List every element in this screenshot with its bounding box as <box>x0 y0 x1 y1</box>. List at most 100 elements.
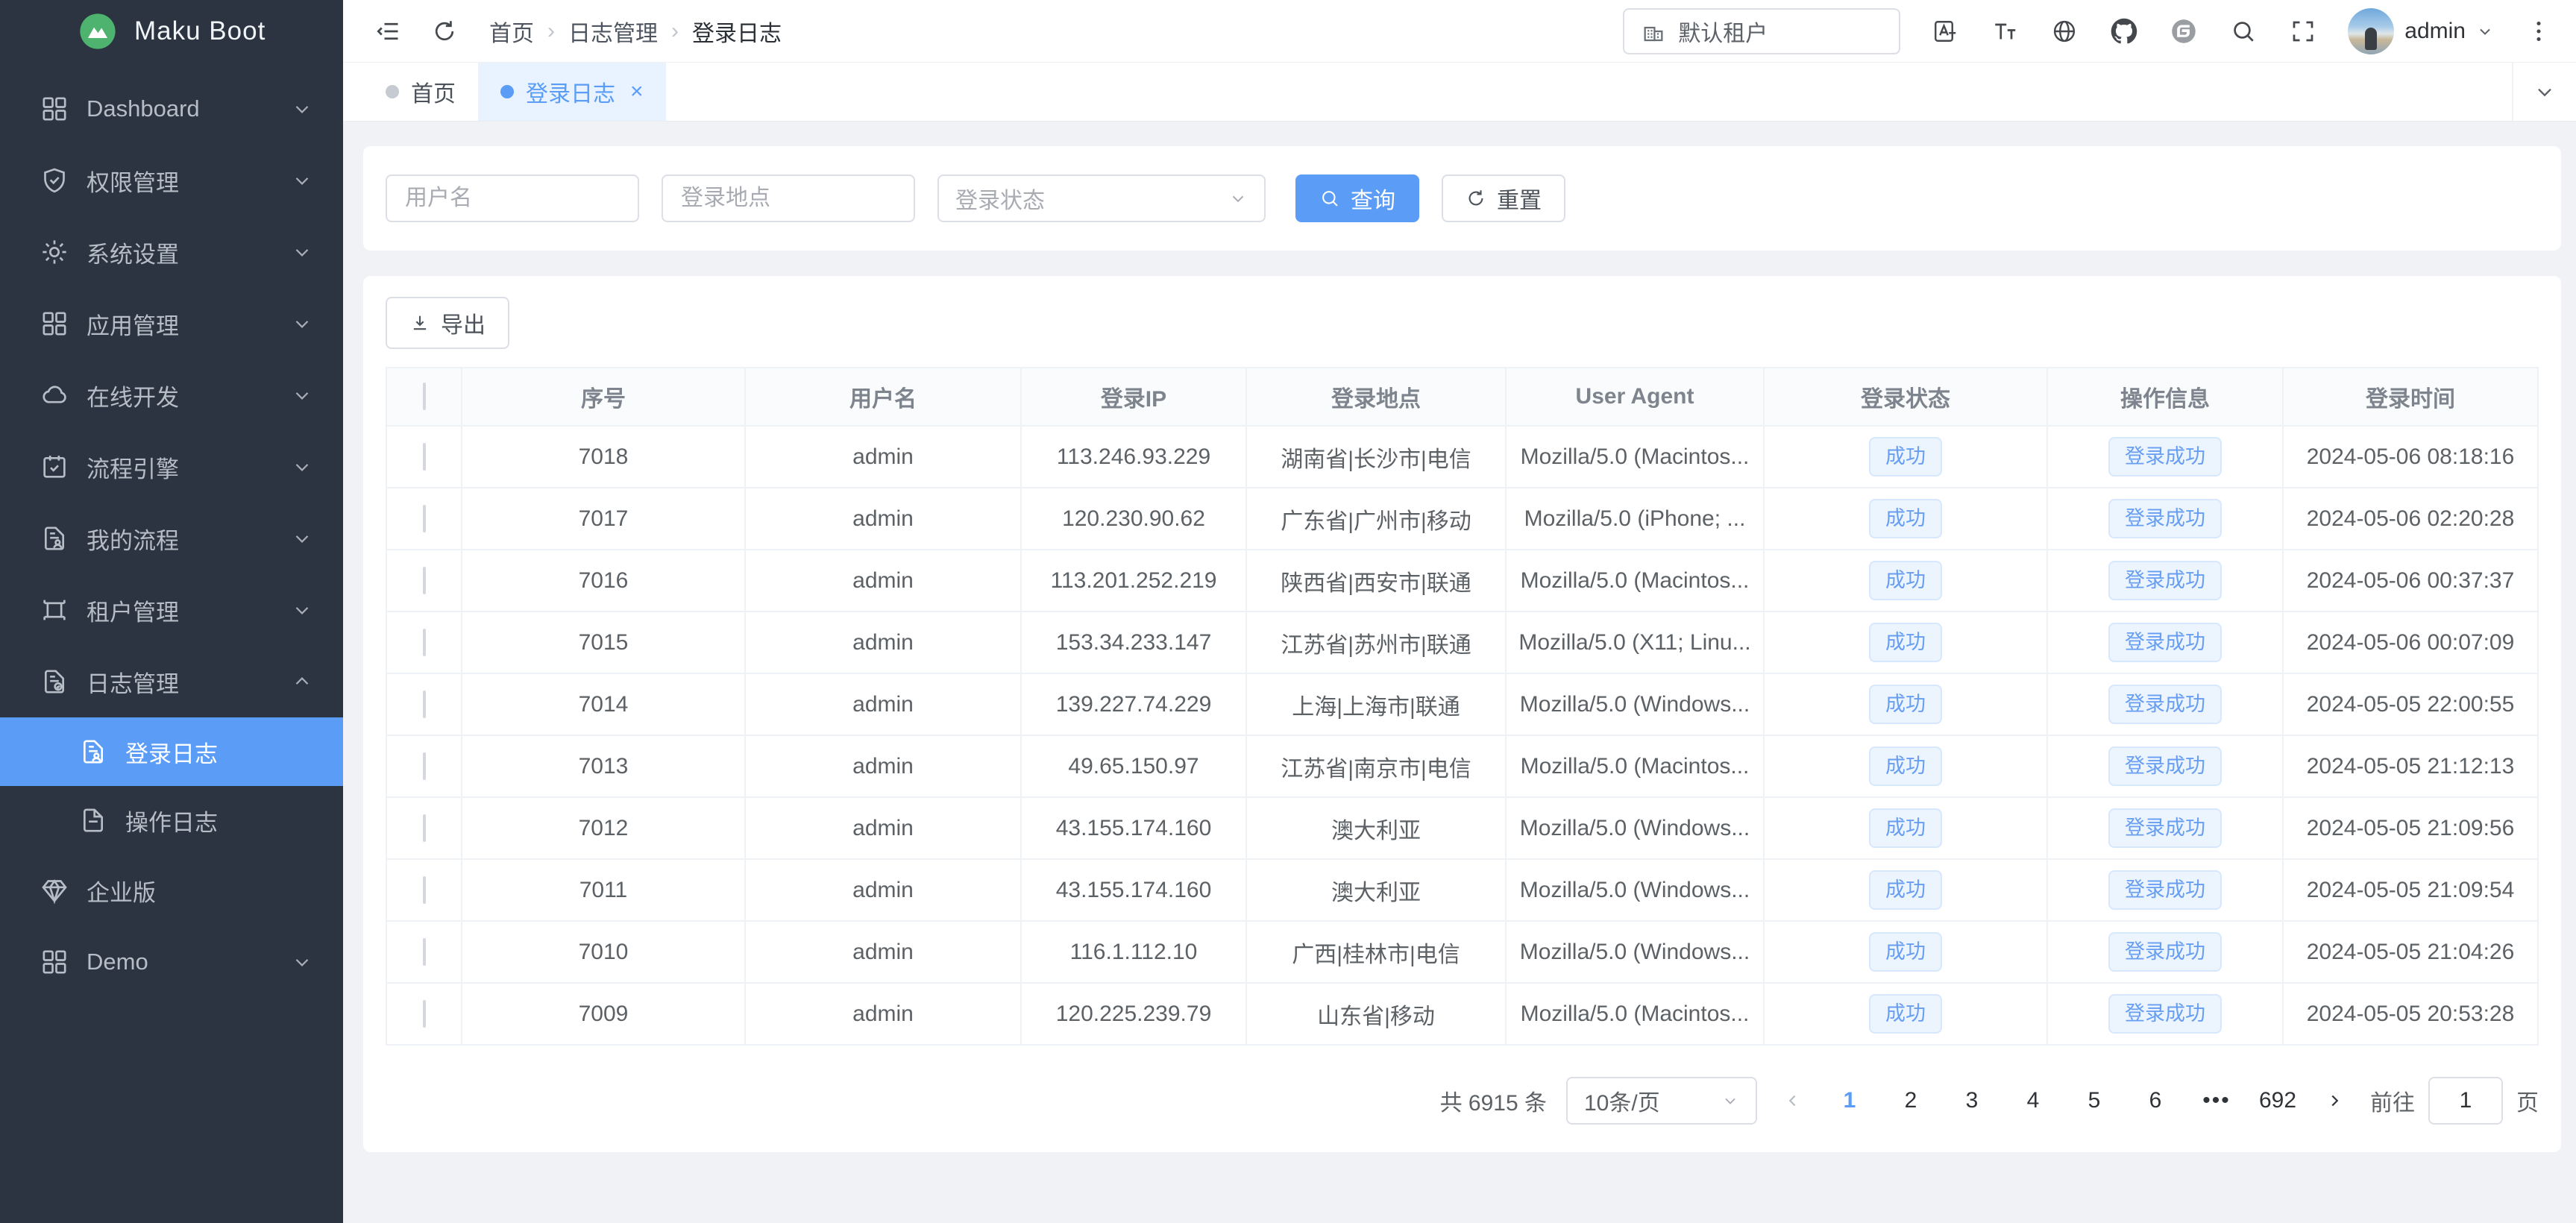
gitee-icon[interactable] <box>2169 16 2199 46</box>
table-row[interactable]: 7010 admin 116.1.112.10 广西|桂林市|电信 Mozill… <box>386 922 2539 984</box>
search-icon <box>1319 188 1340 209</box>
sidebar-collapse-icon[interactable] <box>373 16 403 46</box>
sidebar-item-enterprise[interactable]: 企业版 <box>0 855 343 926</box>
table-row[interactable]: 7012 admin 43.155.174.160 澳大利亚 Mozilla/5… <box>386 798 2539 860</box>
chevron-down-icon <box>291 98 313 120</box>
sidebar-item-online-dev[interactable]: 在线开发 <box>0 359 343 431</box>
page-number[interactable]: 4 <box>2012 1088 2054 1113</box>
translate-icon[interactable] <box>1930 16 1960 46</box>
next-page-button[interactable] <box>2318 1091 2351 1110</box>
row-checkbox[interactable] <box>423 876 426 904</box>
row-checkbox[interactable] <box>423 814 426 842</box>
chevron-down-icon <box>291 384 313 406</box>
page-number[interactable]: 6 <box>2134 1088 2176 1113</box>
cell-ip: 49.65.150.97 <box>1022 736 1247 798</box>
sidebar-item-workflow[interactable]: 流程引擎 <box>0 431 343 503</box>
cell-id: 7015 <box>462 612 746 674</box>
export-button[interactable]: 导出 <box>386 297 509 349</box>
select-all-checkbox[interactable] <box>423 383 426 410</box>
more-vertical-icon[interactable] <box>2524 16 2554 46</box>
tenant-select[interactable]: 默认租户 <box>1623 8 1900 54</box>
page-number[interactable]: 5 <box>2073 1088 2115 1113</box>
sidebar-item-app-management[interactable]: 应用管理 <box>0 288 343 359</box>
document-user-icon <box>78 736 109 767</box>
table-row[interactable]: 7017 admin 120.230.90.62 广东省|广州市|移动 Mozi… <box>386 488 2539 550</box>
row-checkbox[interactable] <box>423 629 426 656</box>
font-size-icon[interactable] <box>1990 16 2020 46</box>
goto-page-input[interactable] <box>2428 1077 2503 1125</box>
cell-id: 7013 <box>462 736 746 798</box>
operation-badge: 登录成功 <box>2108 932 2222 971</box>
column-header-username: 用户名 <box>746 367 1022 427</box>
pagination-ellipsis[interactable]: ••• <box>2196 1088 2237 1113</box>
cell-ip: 120.230.90.62 <box>1022 488 1247 550</box>
sidebar-item-demo[interactable]: Demo <box>0 926 343 998</box>
status-badge: 成功 <box>1869 808 1942 847</box>
sidebar-item-log-management[interactable]: 日志管理 <box>0 646 343 717</box>
table-row[interactable]: 7014 admin 139.227.74.229 上海|上海市|联通 Mozi… <box>386 674 2539 736</box>
row-checkbox[interactable] <box>423 567 426 594</box>
app-title: Maku Boot <box>134 16 266 46</box>
column-header-time: 登录时间 <box>2284 367 2539 427</box>
reset-button[interactable]: 重置 <box>1442 175 1565 222</box>
sidebar-item-operation-log[interactable]: 操作日志 <box>0 786 343 855</box>
page-number[interactable]: 2 <box>1890 1088 1932 1113</box>
breadcrumb-log-management[interactable]: 日志管理 <box>568 15 658 48</box>
prev-page-button[interactable] <box>1777 1091 1809 1110</box>
cell-location: 湖南省|长沙市|电信 <box>1247 427 1507 488</box>
github-icon[interactable] <box>2109 16 2139 46</box>
cell-ip: 153.34.233.147 <box>1022 612 1247 674</box>
breadcrumb-home[interactable]: 首页 <box>489 15 534 48</box>
chevron-down-icon <box>291 527 313 550</box>
tab-dropdown-button[interactable] <box>2512 63 2576 121</box>
tab-login-log[interactable]: 登录日志 × <box>478 63 666 121</box>
table-row[interactable]: 7015 admin 153.34.233.147 江苏省|苏州市|联通 Moz… <box>386 612 2539 674</box>
globe-icon[interactable] <box>2049 16 2079 46</box>
page-size-select[interactable]: 10条/页 <box>1566 1077 1757 1125</box>
column-header-location: 登录地点 <box>1247 367 1507 427</box>
row-checkbox[interactable] <box>423 752 426 780</box>
search-button[interactable]: 查询 <box>1295 175 1419 222</box>
chevron-right-icon: › <box>671 19 679 44</box>
page-number[interactable]: 1 <box>1829 1088 1870 1113</box>
column-header-user-agent: User Agent <box>1507 367 1765 427</box>
table-row[interactable]: 7013 admin 49.65.150.97 江苏省|南京市|电信 Mozil… <box>386 736 2539 798</box>
operation-badge: 登录成功 <box>2108 561 2222 600</box>
table-row[interactable]: 7016 admin 113.201.252.219 陕西省|西安市|联通 Mo… <box>386 550 2539 612</box>
table-row[interactable]: 7018 admin 113.246.93.229 湖南省|长沙市|电信 Moz… <box>386 427 2539 488</box>
row-checkbox[interactable] <box>423 691 426 718</box>
refresh-icon[interactable] <box>430 16 459 46</box>
sidebar-item-tenant[interactable]: 租户管理 <box>0 574 343 646</box>
operation-badge: 登录成功 <box>2108 623 2222 661</box>
chevron-down-icon <box>2533 80 2557 104</box>
username-input[interactable] <box>386 175 639 222</box>
row-checkbox[interactable] <box>423 938 426 966</box>
sidebar-item-login-log[interactable]: 登录日志 <box>0 717 343 786</box>
status-badge: 成功 <box>1869 685 1942 723</box>
fullscreen-icon[interactable] <box>2288 16 2318 46</box>
login-location-input[interactable] <box>662 175 915 222</box>
chevron-left-icon <box>1783 1091 1803 1110</box>
table-row[interactable]: 7009 admin 120.225.239.79 山东省|移动 Mozilla… <box>386 984 2539 1046</box>
login-status-select[interactable]: 登录状态 <box>937 175 1266 222</box>
status-badge: 成功 <box>1869 932 1942 971</box>
page-number-last[interactable]: 692 <box>2257 1088 2299 1113</box>
username: admin <box>2404 19 2466 44</box>
sidebar-item-permission[interactable]: 权限管理 <box>0 145 343 216</box>
page-number[interactable]: 3 <box>1951 1088 1993 1113</box>
tab-home[interactable]: 首页 <box>363 63 478 121</box>
sidebar-item-dashboard[interactable]: Dashboard <box>0 73 343 145</box>
table-row[interactable]: 7011 admin 43.155.174.160 澳大利亚 Mozilla/5… <box>386 860 2539 922</box>
sidebar-item-my-process[interactable]: 我的流程 <box>0 503 343 574</box>
pagination-total: 共 6915 条 <box>1440 1084 1547 1117</box>
row-checkbox[interactable] <box>423 1000 426 1028</box>
cell-user-agent: Mozilla/5.0 (Macintos... <box>1507 736 1765 798</box>
sidebar-item-system-settings[interactable]: 系统设置 <box>0 216 343 288</box>
row-checkbox[interactable] <box>423 505 426 532</box>
close-icon[interactable]: × <box>630 81 644 103</box>
app-logo[interactable]: Maku Boot <box>0 0 343 63</box>
row-checkbox[interactable] <box>423 443 426 471</box>
user-menu[interactable]: admin <box>2348 8 2494 54</box>
search-icon[interactable] <box>2228 16 2258 46</box>
sidebar: Maku Boot Dashboard 权限管理 系统设置 应用管理 在线开发 <box>0 0 343 1223</box>
